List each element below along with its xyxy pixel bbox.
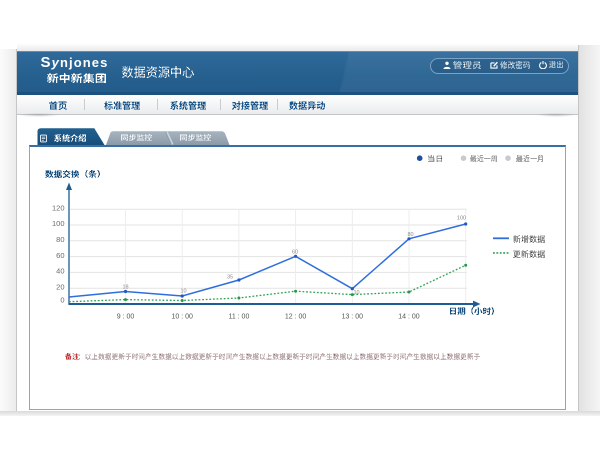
svg-text:35: 35 <box>227 274 233 280</box>
svg-text:18: 18 <box>122 284 128 290</box>
svg-text:60: 60 <box>292 250 298 256</box>
svg-text:14 : 00: 14 : 00 <box>398 314 420 321</box>
svg-text:10: 10 <box>180 289 186 295</box>
svg-text:10 : 00: 10 : 00 <box>171 314 193 321</box>
svg-text:12 : 00: 12 : 00 <box>285 314 307 321</box>
svg-text:20: 20 <box>56 282 64 291</box>
svg-text:80: 80 <box>56 235 64 244</box>
svg-text:40: 40 <box>56 267 64 276</box>
svg-text:0: 0 <box>60 296 64 305</box>
svg-text:11 : 00: 11 : 00 <box>228 314 249 321</box>
svg-text:100: 100 <box>457 216 466 222</box>
svg-text:9 : 00: 9 : 00 <box>117 314 135 321</box>
svg-text:13 : 00: 13 : 00 <box>342 314 364 321</box>
svg-text:100: 100 <box>52 219 65 228</box>
svg-text:80: 80 <box>407 232 413 238</box>
svg-text:60: 60 <box>56 251 64 260</box>
svg-text:120: 120 <box>52 203 65 212</box>
svg-text:10: 10 <box>353 290 359 296</box>
